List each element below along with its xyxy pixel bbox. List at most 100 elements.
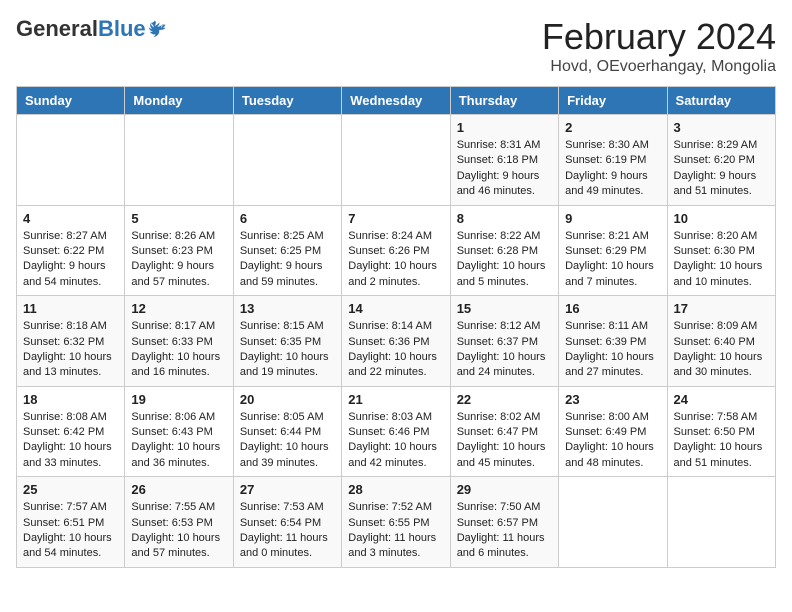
day-cell [559, 477, 667, 568]
day-number: 17 [674, 301, 769, 316]
day-info: Sunrise: 8:00 AM Sunset: 6:49 PM Dayligh… [565, 410, 660, 472]
header-thursday: Thursday [450, 87, 558, 115]
day-info: Sunrise: 8:05 AM Sunset: 6:44 PM Dayligh… [240, 410, 335, 472]
day-cell: 13 Sunrise: 8:15 AM Sunset: 6:35 PM Dayli… [233, 296, 341, 387]
day-info: Sunrise: 8:03 AM Sunset: 6:46 PM Dayligh… [348, 410, 443, 472]
day-info: Sunrise: 7:50 AM Sunset: 6:57 PM Dayligh… [457, 500, 552, 562]
logo-general-text: General [16, 16, 98, 42]
day-number: 16 [565, 301, 660, 316]
day-info: Sunrise: 8:12 AM Sunset: 6:37 PM Dayligh… [457, 319, 552, 381]
day-number: 27 [240, 482, 335, 497]
day-cell: 19 Sunrise: 8:06 AM Sunset: 6:43 PM Dayli… [125, 386, 233, 477]
day-number: 3 [674, 120, 769, 135]
page-header: General Blue February 2024 Hovd, OEvoerh… [16, 16, 776, 76]
day-cell: 10Sunrise: 8:20 AM Sunset: 6:30 PM Dayli… [667, 205, 775, 296]
day-cell [667, 477, 775, 568]
day-info: Sunrise: 8:29 AM Sunset: 6:20 PM Dayligh… [674, 138, 769, 200]
calendar-table: SundayMondayTuesdayWednesdayThursdayFrid… [16, 86, 776, 568]
day-number: 15 [457, 301, 552, 316]
day-cell: 1 Sunrise: 8:31 AM Sunset: 6:18 PM Daylig… [450, 115, 558, 206]
day-cell: 17 Sunrise: 8:09 AM Sunset: 6:40 PM Dayli… [667, 296, 775, 387]
day-info: Sunrise: 7:53 AM Sunset: 6:54 PM Dayligh… [240, 500, 335, 562]
header-saturday: Saturday [667, 87, 775, 115]
day-number: 18 [23, 392, 118, 407]
day-number: 26 [131, 482, 226, 497]
day-info: Sunrise: 8:27 AM Sunset: 6:22 PM Dayligh… [23, 229, 118, 291]
week-row-2: 11 Sunrise: 8:18 AM Sunset: 6:32 PM Dayli… [17, 296, 776, 387]
day-cell: 3 Sunrise: 8:29 AM Sunset: 6:20 PM Daylig… [667, 115, 775, 206]
day-cell: 2Sunrise: 8:30 AM Sunset: 6:19 PM Daylig… [559, 115, 667, 206]
day-info: Sunrise: 8:11 AM Sunset: 6:39 PM Dayligh… [565, 319, 660, 381]
day-info: Sunrise: 8:17 AM Sunset: 6:33 PM Dayligh… [131, 319, 226, 381]
day-cell: 25 Sunrise: 7:57 AM Sunset: 6:51 PM Dayli… [17, 477, 125, 568]
day-cell [125, 115, 233, 206]
day-number: 10 [674, 211, 769, 226]
day-cell: 21 Sunrise: 8:03 AM Sunset: 6:46 PM Dayli… [342, 386, 450, 477]
day-info: Sunrise: 7:58 AM Sunset: 6:50 PM Dayligh… [674, 410, 769, 472]
day-number: 29 [457, 482, 552, 497]
day-info: Sunrise: 8:18 AM Sunset: 6:32 PM Dayligh… [23, 319, 118, 381]
week-row-3: 18 Sunrise: 8:08 AM Sunset: 6:42 PM Dayli… [17, 386, 776, 477]
day-number: 13 [240, 301, 335, 316]
day-number: 25 [23, 482, 118, 497]
calendar-subtitle: Hovd, OEvoerhangay, Mongolia [542, 58, 776, 76]
day-cell [342, 115, 450, 206]
day-info: Sunrise: 8:15 AM Sunset: 6:35 PM Dayligh… [240, 319, 335, 381]
day-cell: 14 Sunrise: 8:14 AM Sunset: 6:36 PM Dayli… [342, 296, 450, 387]
day-info: Sunrise: 8:30 AM Sunset: 6:19 PM Dayligh… [565, 138, 660, 200]
day-number: 14 [348, 301, 443, 316]
day-cell: 20 Sunrise: 8:05 AM Sunset: 6:44 PM Dayli… [233, 386, 341, 477]
header-row: SundayMondayTuesdayWednesdayThursdayFrid… [17, 87, 776, 115]
day-number: 24 [674, 392, 769, 407]
day-number: 5 [131, 211, 226, 226]
day-cell: 24 Sunrise: 7:58 AM Sunset: 6:50 PM Dayli… [667, 386, 775, 477]
day-number: 8 [457, 211, 552, 226]
day-info: Sunrise: 8:22 AM Sunset: 6:28 PM Dayligh… [457, 229, 552, 291]
day-info: Sunrise: 7:57 AM Sunset: 6:51 PM Dayligh… [23, 500, 118, 562]
day-cell: 4 Sunrise: 8:27 AM Sunset: 6:22 PM Daylig… [17, 205, 125, 296]
day-cell: 16 Sunrise: 8:11 AM Sunset: 6:39 PM Dayli… [559, 296, 667, 387]
day-cell [17, 115, 125, 206]
logo: General Blue [16, 16, 168, 42]
day-info: Sunrise: 8:25 AM Sunset: 6:25 PM Dayligh… [240, 229, 335, 291]
day-cell: 29 Sunrise: 7:50 AM Sunset: 6:57 PM Dayli… [450, 477, 558, 568]
day-number: 9 [565, 211, 660, 226]
day-number: 21 [348, 392, 443, 407]
day-cell: 12 Sunrise: 8:17 AM Sunset: 6:33 PM Dayli… [125, 296, 233, 387]
day-number: 12 [131, 301, 226, 316]
day-number: 28 [348, 482, 443, 497]
day-number: 19 [131, 392, 226, 407]
week-row-0: 1 Sunrise: 8:31 AM Sunset: 6:18 PM Daylig… [17, 115, 776, 206]
day-cell [233, 115, 341, 206]
day-number: 11 [23, 301, 118, 316]
day-info: Sunrise: 8:02 AM Sunset: 6:47 PM Dayligh… [457, 410, 552, 472]
day-cell: 27 Sunrise: 7:53 AM Sunset: 6:54 PM Dayli… [233, 477, 341, 568]
day-cell: 11 Sunrise: 8:18 AM Sunset: 6:32 PM Dayli… [17, 296, 125, 387]
day-info: Sunrise: 8:26 AM Sunset: 6:23 PM Dayligh… [131, 229, 226, 291]
header-sunday: Sunday [17, 87, 125, 115]
day-info: Sunrise: 7:52 AM Sunset: 6:55 PM Dayligh… [348, 500, 443, 562]
day-number: 22 [457, 392, 552, 407]
day-cell: 7Sunrise: 8:24 AM Sunset: 6:26 PM Daylig… [342, 205, 450, 296]
header-friday: Friday [559, 87, 667, 115]
day-info: Sunrise: 8:08 AM Sunset: 6:42 PM Dayligh… [23, 410, 118, 472]
day-info: Sunrise: 7:55 AM Sunset: 6:53 PM Dayligh… [131, 500, 226, 562]
day-info: Sunrise: 8:06 AM Sunset: 6:43 PM Dayligh… [131, 410, 226, 472]
week-row-4: 25 Sunrise: 7:57 AM Sunset: 6:51 PM Dayli… [17, 477, 776, 568]
day-number: 6 [240, 211, 335, 226]
day-number: 4 [23, 211, 118, 226]
logo-blue-text: Blue [98, 16, 146, 42]
header-tuesday: Tuesday [233, 87, 341, 115]
day-number: 20 [240, 392, 335, 407]
day-number: 7 [348, 211, 443, 226]
day-cell: 8 Sunrise: 8:22 AM Sunset: 6:28 PM Daylig… [450, 205, 558, 296]
day-number: 1 [457, 120, 552, 135]
day-cell: 22 Sunrise: 8:02 AM Sunset: 6:47 PM Dayli… [450, 386, 558, 477]
day-info: Sunrise: 8:09 AM Sunset: 6:40 PM Dayligh… [674, 319, 769, 381]
day-info: Sunrise: 8:31 AM Sunset: 6:18 PM Dayligh… [457, 138, 552, 200]
day-info: Sunrise: 8:21 AM Sunset: 6:29 PM Dayligh… [565, 229, 660, 291]
calendar-title: February 2024 [542, 16, 776, 58]
day-cell: 26 Sunrise: 7:55 AM Sunset: 6:53 PM Dayli… [125, 477, 233, 568]
day-cell: 9 Sunrise: 8:21 AM Sunset: 6:29 PM Daylig… [559, 205, 667, 296]
day-info: Sunrise: 8:14 AM Sunset: 6:36 PM Dayligh… [348, 319, 443, 381]
